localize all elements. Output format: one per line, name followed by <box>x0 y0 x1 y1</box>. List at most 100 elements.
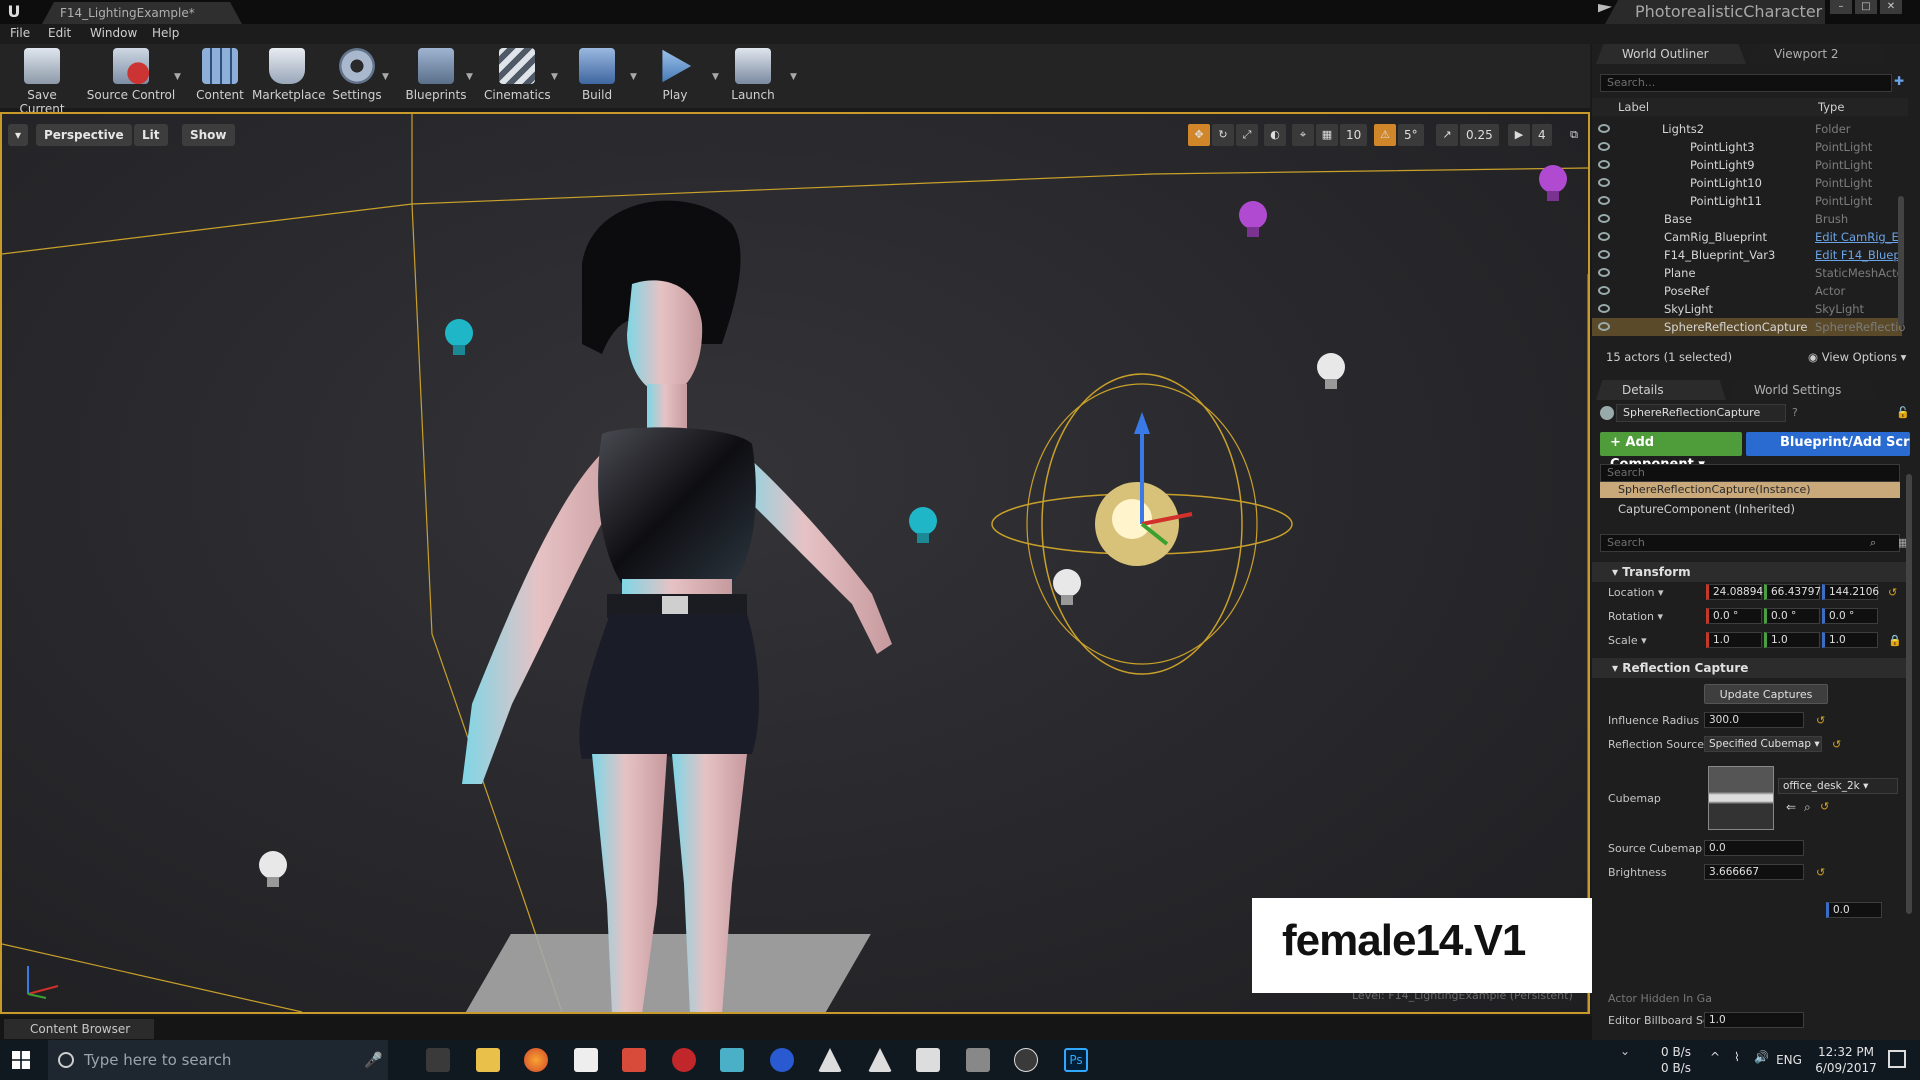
label-column-header[interactable]: Label <box>1618 100 1649 114</box>
file-explorer-icon[interactable] <box>476 1048 500 1072</box>
tab-content-browser[interactable]: Content Browser <box>4 1019 154 1039</box>
show-button[interactable]: Show <box>182 124 235 146</box>
view-mode-lit-button[interactable]: Lit <box>134 124 168 146</box>
rotation-label[interactable]: Rotation ▾ <box>1608 610 1663 623</box>
windows-start-icon[interactable] <box>12 1051 30 1069</box>
app-icon[interactable] <box>574 1048 598 1072</box>
reset-to-default-icon[interactable]: ↺ <box>1816 714 1825 727</box>
scale-snap-value[interactable]: 0.25 <box>1460 124 1499 146</box>
scale-lock-icon[interactable]: 🔒 <box>1888 634 1902 647</box>
clock-date[interactable]: 6/09/2017 <box>1808 1061 1884 1075</box>
details-search-input[interactable]: Search <box>1600 534 1900 552</box>
capture-component-row[interactable]: CaptureComponent (Inherited) <box>1600 502 1795 516</box>
visibility-eye-icon[interactable] <box>1598 232 1610 241</box>
unreal-logo-icon[interactable]: U <box>4 2 24 22</box>
add-component-button[interactable]: + Add Component ▾ <box>1600 432 1742 472</box>
location-z-field[interactable]: 144.2106 <box>1822 584 1879 600</box>
build-button[interactable]: Build <box>572 46 622 106</box>
rotation-y-field[interactable]: 0.0 ° <box>1764 608 1820 624</box>
list-item[interactable]: PointLight11 PointLight <box>1592 192 1902 210</box>
use-selected-asset-icon[interactable]: ⇐ <box>1786 800 1796 814</box>
play-button[interactable]: Play <box>648 46 702 106</box>
firefox-icon[interactable] <box>524 1048 548 1072</box>
component-search-input[interactable]: Search <box>1600 464 1900 482</box>
menu-edit[interactable]: Edit <box>48 26 71 40</box>
unity-icon[interactable] <box>818 1048 842 1072</box>
rotation-z-field[interactable]: 0.0 ° <box>1822 608 1878 624</box>
play-dropdown-icon[interactable]: ▼ <box>712 72 719 82</box>
rotate-mode-icon[interactable]: ↻ <box>1212 124 1234 146</box>
minimize-button[interactable]: – <box>1830 0 1852 14</box>
tab-world-outliner[interactable]: World Outliner <box>1596 44 1746 64</box>
cubemap-thumbnail[interactable] <box>1708 766 1774 830</box>
point-light-bulb-icon[interactable] <box>1238 200 1268 246</box>
visibility-eye-icon[interactable] <box>1598 178 1610 187</box>
sphere-reflection-capture-gizmo[interactable] <box>952 334 1332 714</box>
input-language[interactable]: ENG <box>1764 1053 1814 1067</box>
photoshop-icon[interactable]: Ps <box>1064 1048 1088 1072</box>
task-view-icon[interactable] <box>426 1048 450 1072</box>
scale-y-field[interactable]: 1.0 <box>1764 632 1820 648</box>
reset-to-default-icon[interactable]: ↺ <box>1816 866 1825 879</box>
unity-icon[interactable] <box>868 1048 892 1072</box>
app-icon[interactable] <box>966 1048 990 1072</box>
source-control-button[interactable]: Source Control <box>86 46 176 106</box>
brightness-field[interactable]: 3.666667 <box>1704 864 1804 880</box>
scale-mode-icon[interactable]: ⤢ <box>1236 124 1258 146</box>
maximize-viewport-icon[interactable]: ⧉ <box>1564 124 1584 146</box>
microphone-icon[interactable]: 🎤 <box>364 1040 383 1080</box>
visibility-eye-icon[interactable] <box>1598 214 1610 223</box>
point-light-bulb-icon[interactable] <box>1052 568 1082 614</box>
rotation-x-field[interactable]: 0.0 ° <box>1706 608 1762 624</box>
list-item[interactable]: SkyLight SkyLight <box>1592 300 1902 318</box>
scale-label[interactable]: Scale ▾ <box>1608 634 1647 647</box>
visibility-eye-icon[interactable] <box>1598 250 1610 259</box>
coordinate-system-icon[interactable]: ◐ <box>1264 124 1286 146</box>
location-y-field[interactable]: 66.43797 <box>1764 584 1821 600</box>
app-icon[interactable] <box>672 1048 696 1072</box>
launch-button[interactable]: Launch <box>726 46 780 106</box>
outliner-scrollbar[interactable] <box>1898 196 1904 326</box>
list-item[interactable]: PointLight3 PointLight <box>1592 138 1902 156</box>
lock-icon[interactable]: 🔓 <box>1896 406 1910 419</box>
viewport-options-button[interactable]: ▾ <box>8 124 28 146</box>
details-scrollbar[interactable] <box>1906 474 1912 914</box>
type-column-header[interactable]: Type <box>1818 100 1844 114</box>
point-light-bulb-icon[interactable] <box>1538 164 1568 210</box>
visibility-eye-icon[interactable] <box>1598 322 1610 331</box>
influence-radius-field[interactable]: 300.0 <box>1704 712 1804 728</box>
grid-snap-icon[interactable]: ▦ <box>1316 124 1338 146</box>
visibility-eye-icon[interactable] <box>1598 268 1610 277</box>
surface-snap-icon[interactable]: ⌖ <box>1292 124 1314 146</box>
view-options-button[interactable]: ◉ View Options ▾ <box>1808 350 1906 364</box>
perspective-button[interactable]: Perspective <box>36 124 132 146</box>
blueprint-add-script-button[interactable]: Blueprint/Add Scr <box>1746 432 1910 456</box>
scale-z-field[interactable]: 1.0 <box>1822 632 1878 648</box>
rotation-snap-icon[interactable]: ⚠ <box>1374 124 1396 146</box>
level-viewport[interactable]: ▾ Perspective Lit Show ✥ ↻ ⤢ ◐ ⌖ ▦ 10 ⚠ … <box>0 112 1590 1014</box>
reset-to-default-icon[interactable]: ↺ <box>1832 738 1841 751</box>
tab-viewport-2[interactable]: Viewport 2 <box>1748 44 1888 64</box>
build-dropdown-icon[interactable]: ▼ <box>630 72 637 82</box>
app-icon[interactable] <box>916 1048 940 1072</box>
document-tab[interactable]: F14_LightingExample* <box>42 2 242 24</box>
maximize-button[interactable]: □ <box>1855 0 1877 14</box>
location-x-field[interactable]: 24.08894 <box>1706 584 1763 600</box>
outliner-search-input[interactable]: Search... <box>1600 74 1892 92</box>
network-icon[interactable]: ⌇ <box>1734 1050 1740 1064</box>
point-light-bulb-icon[interactable] <box>908 506 938 552</box>
source-cubemap-angle-field[interactable]: 0.0 <box>1704 840 1804 856</box>
grid-snap-value[interactable]: 10 <box>1340 124 1368 146</box>
visibility-eye-icon[interactable] <box>1598 196 1610 205</box>
help-icon[interactable]: ? <box>1792 406 1798 419</box>
editor-billboard-field[interactable]: 1.0 <box>1704 1012 1804 1028</box>
reset-to-default-icon[interactable]: ↺ <box>1888 586 1897 599</box>
menu-window[interactable]: Window <box>90 26 137 40</box>
chevron-down-icon[interactable]: ⌄ <box>1620 1044 1630 1058</box>
z-value-field[interactable]: 0.0 <box>1826 902 1882 918</box>
character-mesh[interactable] <box>432 184 992 1014</box>
launch-dropdown-icon[interactable]: ▼ <box>790 72 797 82</box>
component-instance-row[interactable]: SphereReflectionCapture(Instance) <box>1600 482 1900 498</box>
taskbar-search-input[interactable]: Type here to search 🎤 <box>48 1040 388 1080</box>
scale-snap-icon[interactable]: ↗ <box>1436 124 1458 146</box>
